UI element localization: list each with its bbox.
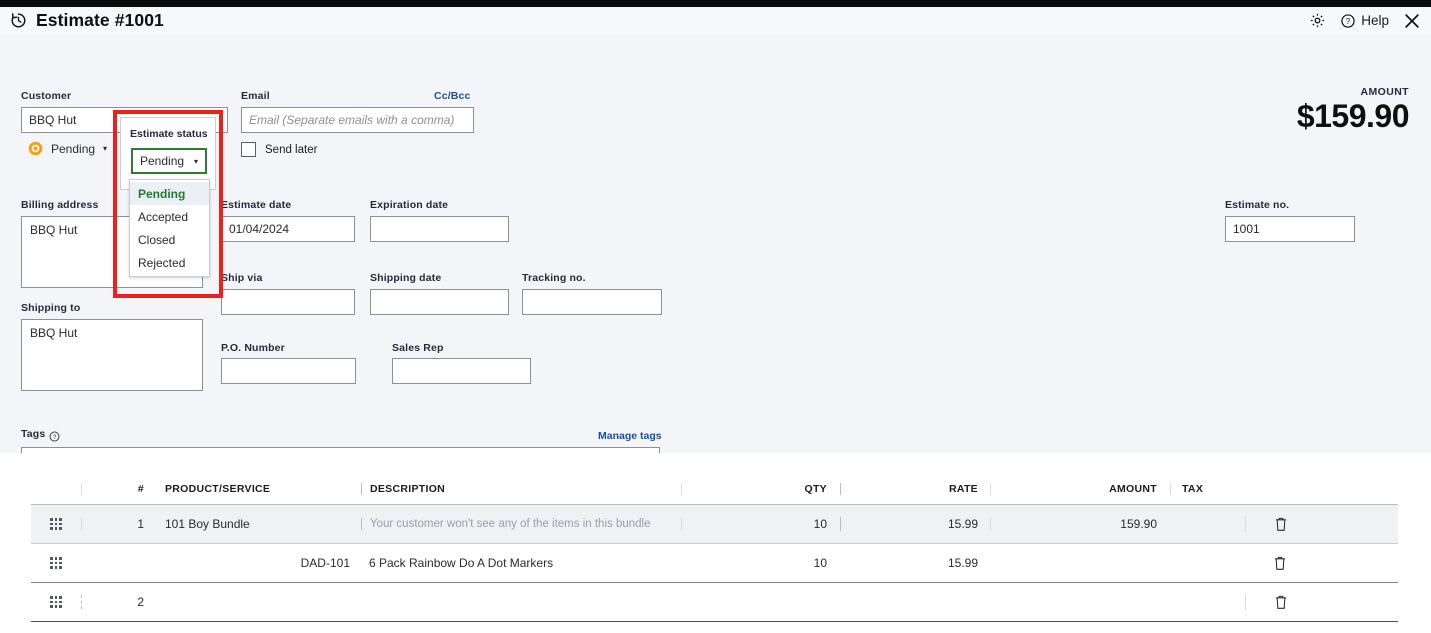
estimate-date-label: Estimate date <box>221 199 292 211</box>
table-row[interactable]: 2 <box>31 583 1398 622</box>
status-option-rejected[interactable]: Rejected <box>130 251 209 274</box>
table-row[interactable]: DAD-101 6 Pack Rainbow Do A Dot Markers … <box>31 544 1398 583</box>
customer-status-text: Pending <box>51 141 96 156</box>
header-left-group: Estimate #1001 <box>10 10 164 31</box>
drag-handle-icon[interactable] <box>31 518 81 530</box>
row-rate[interactable]: 15.99 <box>840 556 990 570</box>
gear-icon[interactable] <box>1309 12 1326 29</box>
estimate-no-input[interactable]: 1001 <box>1225 216 1355 242</box>
send-later-row[interactable]: Send later <box>241 142 317 157</box>
estimate-form-body: Customer BBQ Hut Pending ▾ Billing addre… <box>0 34 1431 473</box>
table-row[interactable]: 1 101 Boy Bundle Your customer won't see… <box>31 505 1398 544</box>
expiration-date-input[interactable] <box>370 216 509 242</box>
row-rate[interactable]: 15.99 <box>840 517 990 531</box>
svg-text:?: ? <box>1346 17 1351 26</box>
header-qty: QTY <box>681 482 840 495</box>
estimate-status-select[interactable]: Pending ▾ <box>131 148 207 174</box>
delete-row-button[interactable] <box>1245 594 1315 610</box>
browser-top-strip <box>0 0 1431 7</box>
sales-rep-label: Sales Rep <box>392 342 444 354</box>
shipping-date-input[interactable] <box>370 289 509 315</box>
header-tax: TAX <box>1170 482 1245 495</box>
header-number: # <box>81 482 154 495</box>
tags-label: Tags <box>21 428 46 440</box>
help-button[interactable]: ? Help <box>1340 13 1389 29</box>
drag-handle-icon[interactable] <box>31 557 81 569</box>
shipping-date-label: Shipping date <box>370 272 442 284</box>
estimate-status-title: Estimate status <box>130 128 208 140</box>
estimate-status-option-list: Pending Accepted Closed Rejected <box>129 179 210 277</box>
shipping-to-textarea[interactable]: BBQ Hut <box>21 319 203 391</box>
header-right-group: ? Help <box>1309 12 1421 30</box>
status-option-pending[interactable]: Pending <box>130 182 209 205</box>
estimate-form-screen: Estimate #1001 ? Help Customer BBQ Hut P… <box>0 0 1431 633</box>
row-number: 2 <box>81 595 154 609</box>
email-label: Email <box>241 90 270 102</box>
estimate-status-selected-value: Pending <box>140 154 185 168</box>
pending-clock-icon <box>27 140 44 157</box>
trash-icon <box>1274 594 1288 610</box>
email-placeholder: Email (Separate emails with a comma) <box>249 113 455 127</box>
delete-row-button[interactable] <box>1245 555 1315 571</box>
table-header-row: # PRODUCT/SERVICE DESCRIPTION QTY RATE A… <box>31 473 1398 505</box>
send-later-checkbox[interactable] <box>241 142 256 157</box>
po-number-label: P.O. Number <box>221 342 285 354</box>
ship-via-label: Ship via <box>221 272 263 284</box>
trash-icon <box>1273 555 1287 571</box>
row-number: 1 <box>81 517 154 531</box>
row-qty[interactable]: 10 <box>681 517 840 531</box>
row-description[interactable]: 6 Pack Rainbow Do A Dot Markers <box>361 556 681 570</box>
line-items-section: # PRODUCT/SERVICE DESCRIPTION QTY RATE A… <box>0 453 1431 633</box>
customer-label: Customer <box>21 90 72 102</box>
estimate-date-input[interactable]: 01/04/2024 <box>221 216 355 242</box>
chevron-down-icon: ▾ <box>193 156 198 166</box>
drag-handle-icon[interactable] <box>31 596 81 608</box>
amount-value: $159.90 <box>1296 98 1410 134</box>
cc-bcc-link[interactable]: Cc/Bcc <box>434 90 471 102</box>
manage-tags-link[interactable]: Manage tags <box>598 430 662 442</box>
po-number-input[interactable] <box>221 358 356 384</box>
help-label: Help <box>1361 13 1389 28</box>
tags-label-group: Tags ? <box>21 428 60 441</box>
line-items-table: # PRODUCT/SERVICE DESCRIPTION QTY RATE A… <box>31 473 1398 622</box>
status-option-closed[interactable]: Closed <box>130 228 209 251</box>
estimate-no-label: Estimate no. <box>1225 199 1290 211</box>
header-rate: RATE <box>840 482 990 495</box>
sales-rep-input[interactable] <box>392 358 531 384</box>
close-icon[interactable] <box>1403 12 1421 30</box>
trash-icon <box>1274 516 1288 532</box>
email-input[interactable]: Email (Separate emails with a comma) <box>241 107 474 133</box>
tags-help-icon[interactable]: ? <box>49 429 60 441</box>
question-circle-icon: ? <box>1340 13 1356 29</box>
row-amount: 159.90 <box>990 517 1170 531</box>
amount-label: AMOUNT <box>1360 86 1409 98</box>
row-description[interactable]: Your customer won't see any of the items… <box>361 518 681 530</box>
shipping-to-label: Shipping to <box>21 302 81 314</box>
header-amount: AMOUNT <box>990 482 1170 495</box>
header-description: DESCRIPTION <box>361 482 681 495</box>
row-product[interactable]: DAD-101 <box>154 556 361 570</box>
tracking-no-input[interactable] <box>522 289 662 315</box>
ship-via-input[interactable] <box>221 289 355 315</box>
chevron-down-icon: ▾ <box>103 144 108 153</box>
row-qty[interactable]: 10 <box>681 556 840 570</box>
svg-text:?: ? <box>53 434 57 440</box>
send-later-label: Send later <box>265 143 318 156</box>
history-clock-icon[interactable] <box>10 12 27 29</box>
billing-address-label: Billing address <box>21 199 99 211</box>
status-option-accepted[interactable]: Accepted <box>130 205 209 228</box>
delete-row-button[interactable] <box>1245 516 1315 532</box>
app-header: Estimate #1001 ? Help <box>0 7 1431 34</box>
customer-status-pill[interactable]: Pending ▾ <box>27 140 107 157</box>
header-product-service: PRODUCT/SERVICE <box>165 482 271 495</box>
expiration-date-label: Expiration date <box>370 199 449 211</box>
page-title: Estimate #1001 <box>36 10 164 30</box>
tracking-no-label: Tracking no. <box>522 272 586 284</box>
row-product[interactable]: 101 Boy Bundle <box>154 517 361 531</box>
